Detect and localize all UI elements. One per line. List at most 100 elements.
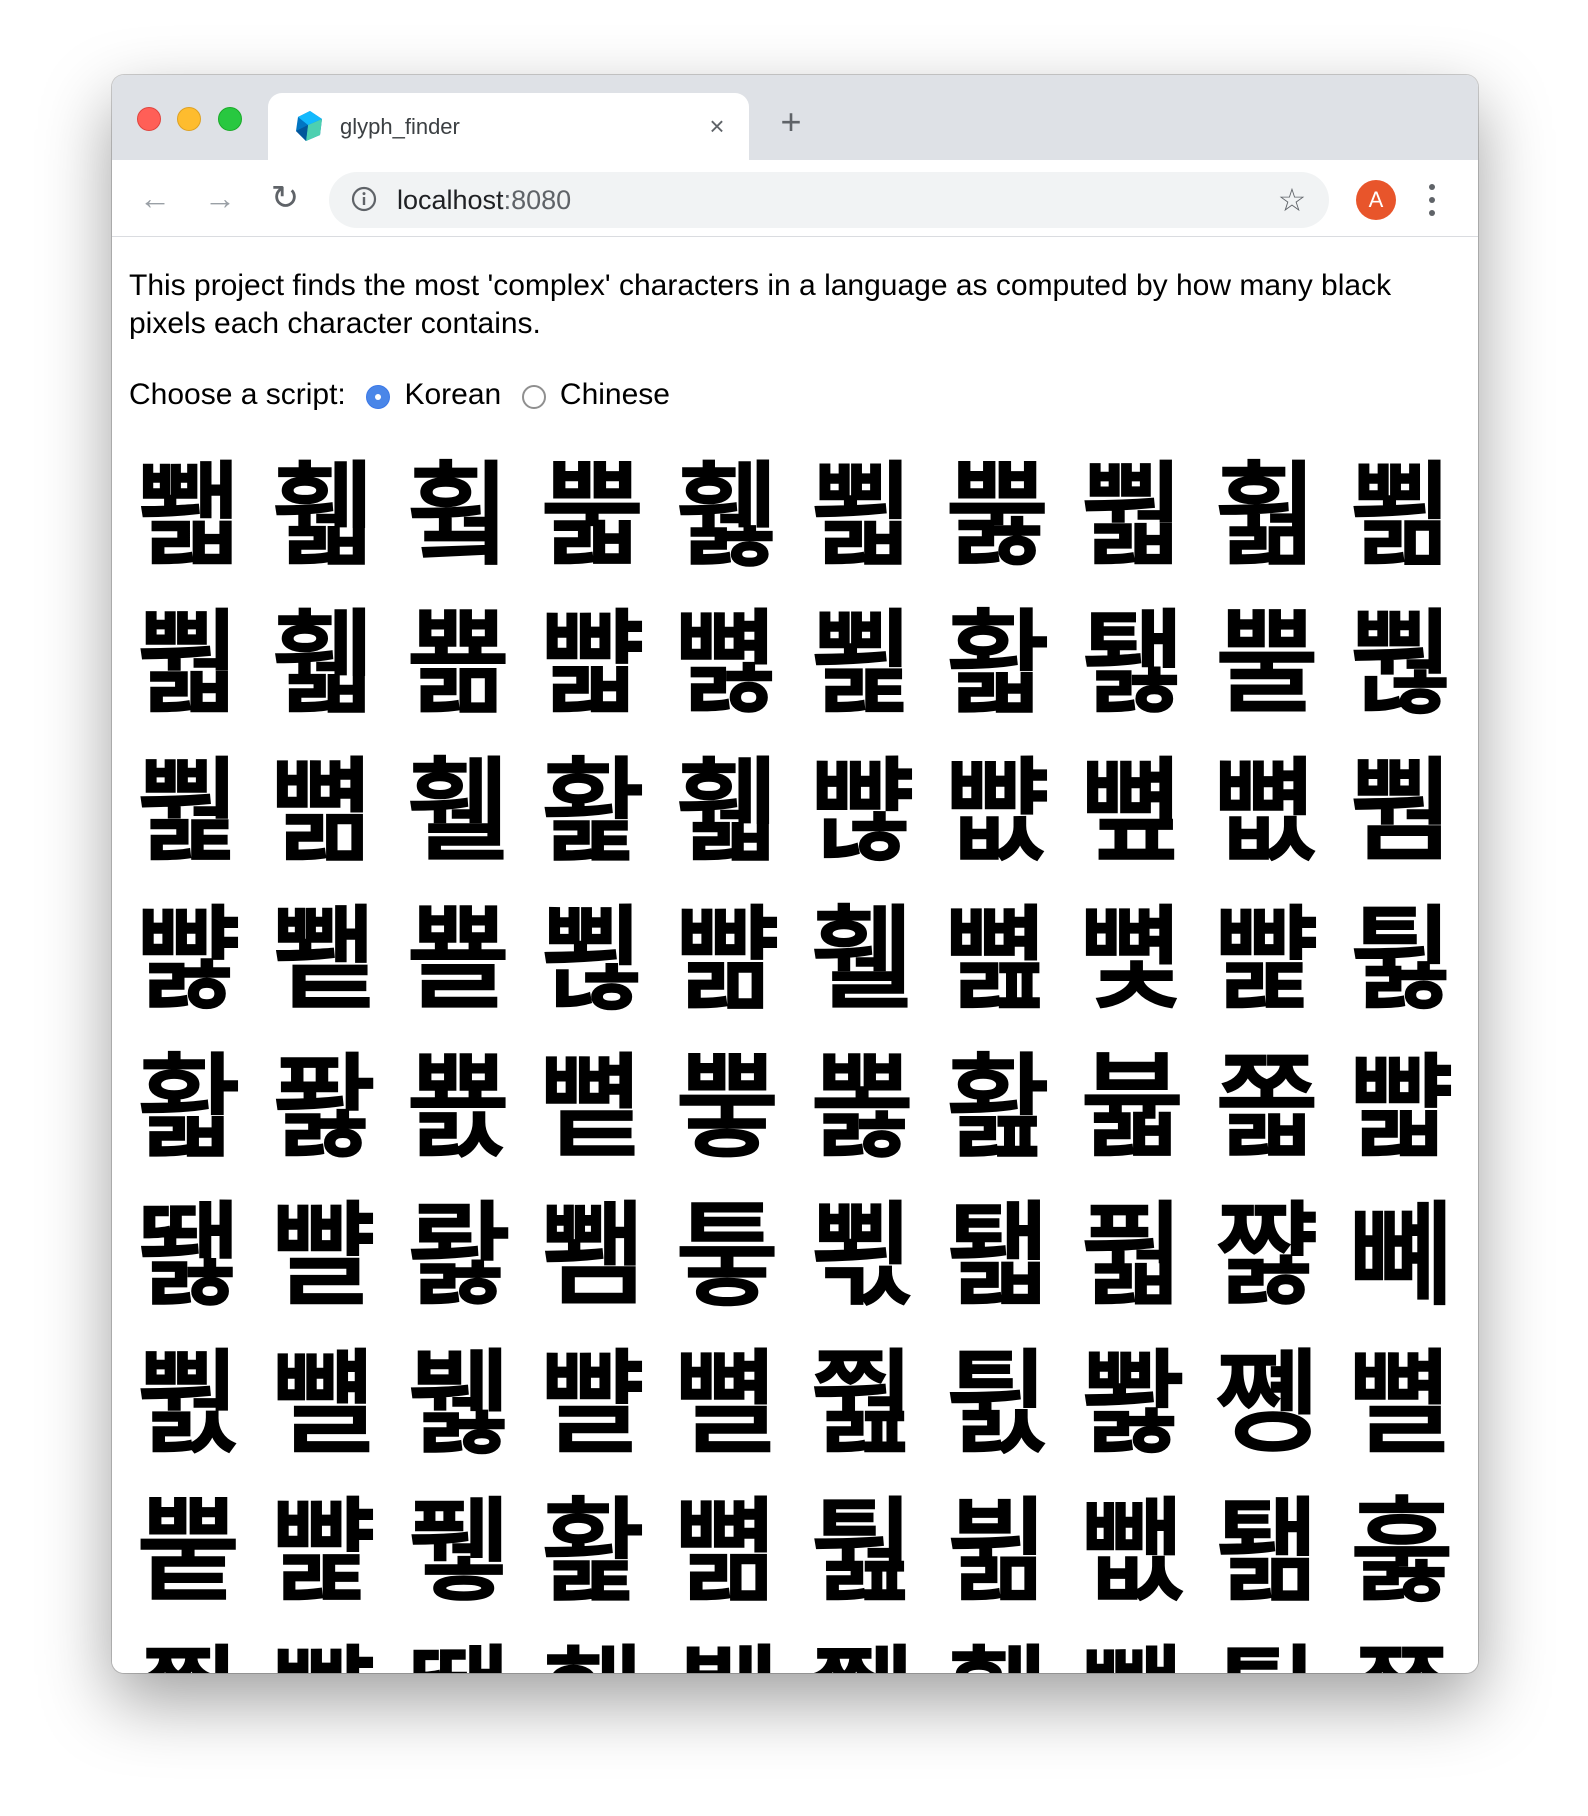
glyph-cell: 휄	[407, 747, 510, 877]
glyph-cell: 뿵	[137, 747, 240, 877]
glyph-cell: 뾸	[407, 895, 510, 1025]
glyph-cell: 뿳	[1081, 451, 1184, 581]
glyph-cell: 뾡	[811, 599, 914, 729]
glyph-cell: 풟	[1081, 1191, 1184, 1321]
glyph-cell: 뾃	[137, 451, 240, 581]
new-tab-icon[interactable]: +	[774, 104, 808, 141]
project-description: This project finds the most 'complex' ch…	[129, 269, 1392, 340]
glyph-cell: 퉓	[1200, 1626, 1330, 1673]
glyph-cell: 뷻	[1081, 1043, 1184, 1173]
glyph-cell: 뺣	[1350, 1043, 1453, 1173]
script-chooser: Choose a script: Korean Chinese	[129, 374, 670, 414]
glyph-cell: 뼐	[676, 1339, 779, 1469]
url-host: localhost	[397, 185, 504, 215]
glyph-cell: 뺠	[541, 1339, 644, 1469]
glyph-cell: 퉇	[676, 1191, 779, 1321]
glyph-cell: 퇧	[1081, 599, 1184, 729]
glyph-cell: 홡	[541, 1487, 644, 1617]
glyph-cell: 휇	[272, 599, 375, 729]
glyph-cell: 홡	[541, 747, 644, 877]
glyph-cell: 뺥	[272, 1487, 375, 1617]
window-minimize-button[interactable]	[177, 107, 201, 131]
glyph-cell: 퇣	[946, 1191, 1049, 1321]
glyph-cell: 뿔	[1215, 599, 1318, 729]
chinese-label[interactable]: Chinese	[560, 375, 670, 415]
dart-favicon-icon	[296, 111, 322, 141]
glyph-cell: 휇	[272, 451, 375, 581]
glyph-cell: 뿮	[1350, 599, 1453, 729]
glyph-cell: 뺼	[272, 1339, 375, 1469]
glyph-cell: 뙗	[137, 1191, 240, 1321]
chinese-radio[interactable]	[521, 385, 546, 410]
site-info-icon[interactable]	[351, 186, 377, 212]
back-arrow-icon[interactable]: ←	[135, 178, 175, 218]
address-bar[interactable]: localhost:8080 ☆	[329, 172, 1329, 228]
kebab-menu-icon[interactable]	[1422, 180, 1442, 220]
tab-glyph-finder[interactable]: glyph_finder ×	[268, 93, 749, 160]
glyph-cell: 뢇	[407, 1191, 510, 1321]
korean-label[interactable]: Korean	[404, 375, 501, 415]
glyph-cell: 뿸	[1350, 747, 1453, 877]
glyph-cell: 뺢	[676, 895, 779, 1025]
window-close-button[interactable]	[137, 107, 161, 131]
glyph-cell: 뾈	[541, 1191, 644, 1321]
glyph-cell: 뾞	[1350, 451, 1453, 581]
tab-close-icon[interactable]: ×	[700, 109, 734, 143]
glyph-cell: 뿗	[541, 451, 644, 581]
glyph-cell: 뺣	[541, 599, 644, 729]
glyph-cell: 뺥	[1215, 895, 1318, 1025]
glyph-cell: 쫇	[1215, 1043, 1318, 1173]
tab-title: glyph_finder	[340, 114, 460, 139]
glyph-cell: 뺧	[137, 895, 240, 1025]
browser-window: glyph_finder × + ← → ↻ localhost:8080 ☆ …	[112, 75, 1478, 1673]
glyph-cell: 쬞	[122, 1626, 252, 1673]
glyph-cell: 쪵	[1215, 1339, 1318, 1469]
glyph-cell: 뺥	[257, 1626, 387, 1673]
glyph-cell: 뼚	[1215, 747, 1318, 877]
glyph-cell: 홟	[137, 1043, 240, 1173]
glyph-cell: 훪	[1215, 451, 1318, 581]
glyph-cell: 뿧	[676, 1043, 779, 1173]
url-port: :8080	[503, 185, 572, 215]
choose-script-label: Choose a script:	[129, 378, 346, 412]
glyph-cell: 뺠	[272, 1191, 375, 1321]
glyph-cell: 뼐	[1350, 1339, 1453, 1469]
tab-strip: glyph_finder × +	[112, 75, 1478, 160]
glyph-cell: 뼢	[1081, 747, 1184, 877]
glyph-cell: 뿥	[137, 1487, 240, 1617]
glyph-cell: 휅	[931, 1626, 1061, 1673]
glyph-cell: 뷞	[946, 1487, 1049, 1617]
glyph-cell: 쮋	[796, 1626, 926, 1673]
glyph-cell: 훓	[1350, 1487, 1453, 1617]
glyph-cell: 뺎	[1081, 1487, 1184, 1617]
glyph-cell: 뼒	[676, 1487, 779, 1617]
glyph-cell: 뾟	[811, 451, 914, 581]
window-maximize-button[interactable]	[218, 107, 242, 131]
glyph-cell: 뿳	[137, 599, 240, 729]
glyph-cell: 뿴	[137, 1339, 240, 1469]
glyph-cell: 퐗	[272, 1043, 375, 1173]
profile-avatar[interactable]: A	[1356, 180, 1396, 220]
bookmark-star-icon[interactable]: ☆	[1274, 182, 1310, 218]
browser-toolbar: ← → ↻ localhost:8080 ☆ A	[112, 160, 1478, 237]
glyph-cell: 뼖	[946, 895, 1049, 1025]
glyph-cell: 뾼	[407, 1043, 510, 1173]
glyph-cell: 뼒	[272, 747, 375, 877]
url-text[interactable]: localhost:8080	[397, 184, 571, 216]
glyph-cell: 뼡	[541, 1043, 644, 1173]
forward-arrow-icon[interactable]: →	[200, 178, 240, 218]
glyph-cell: 뺕	[1066, 1626, 1196, 1673]
glyph-cell: 뷁	[661, 1626, 791, 1673]
glyph-cell: 뾑	[272, 895, 375, 1025]
glyph-cell: 뙐	[392, 1626, 522, 1673]
reload-icon[interactable]: ↻	[265, 178, 305, 218]
glyph-cell: 뾺	[407, 599, 510, 729]
glyph-cell: 뽏	[811, 1043, 914, 1173]
glyph-cell: 홷	[526, 1626, 656, 1673]
glyph-cell: 튌	[946, 1339, 1049, 1469]
korean-radio[interactable]	[366, 385, 391, 410]
glyph-cell: 쨣	[1215, 1191, 1318, 1321]
glyph-cell: 뼤	[1350, 1191, 1453, 1321]
glyph-cell: 뷇	[407, 1339, 510, 1469]
glyph-cell: 뺞	[811, 747, 914, 877]
